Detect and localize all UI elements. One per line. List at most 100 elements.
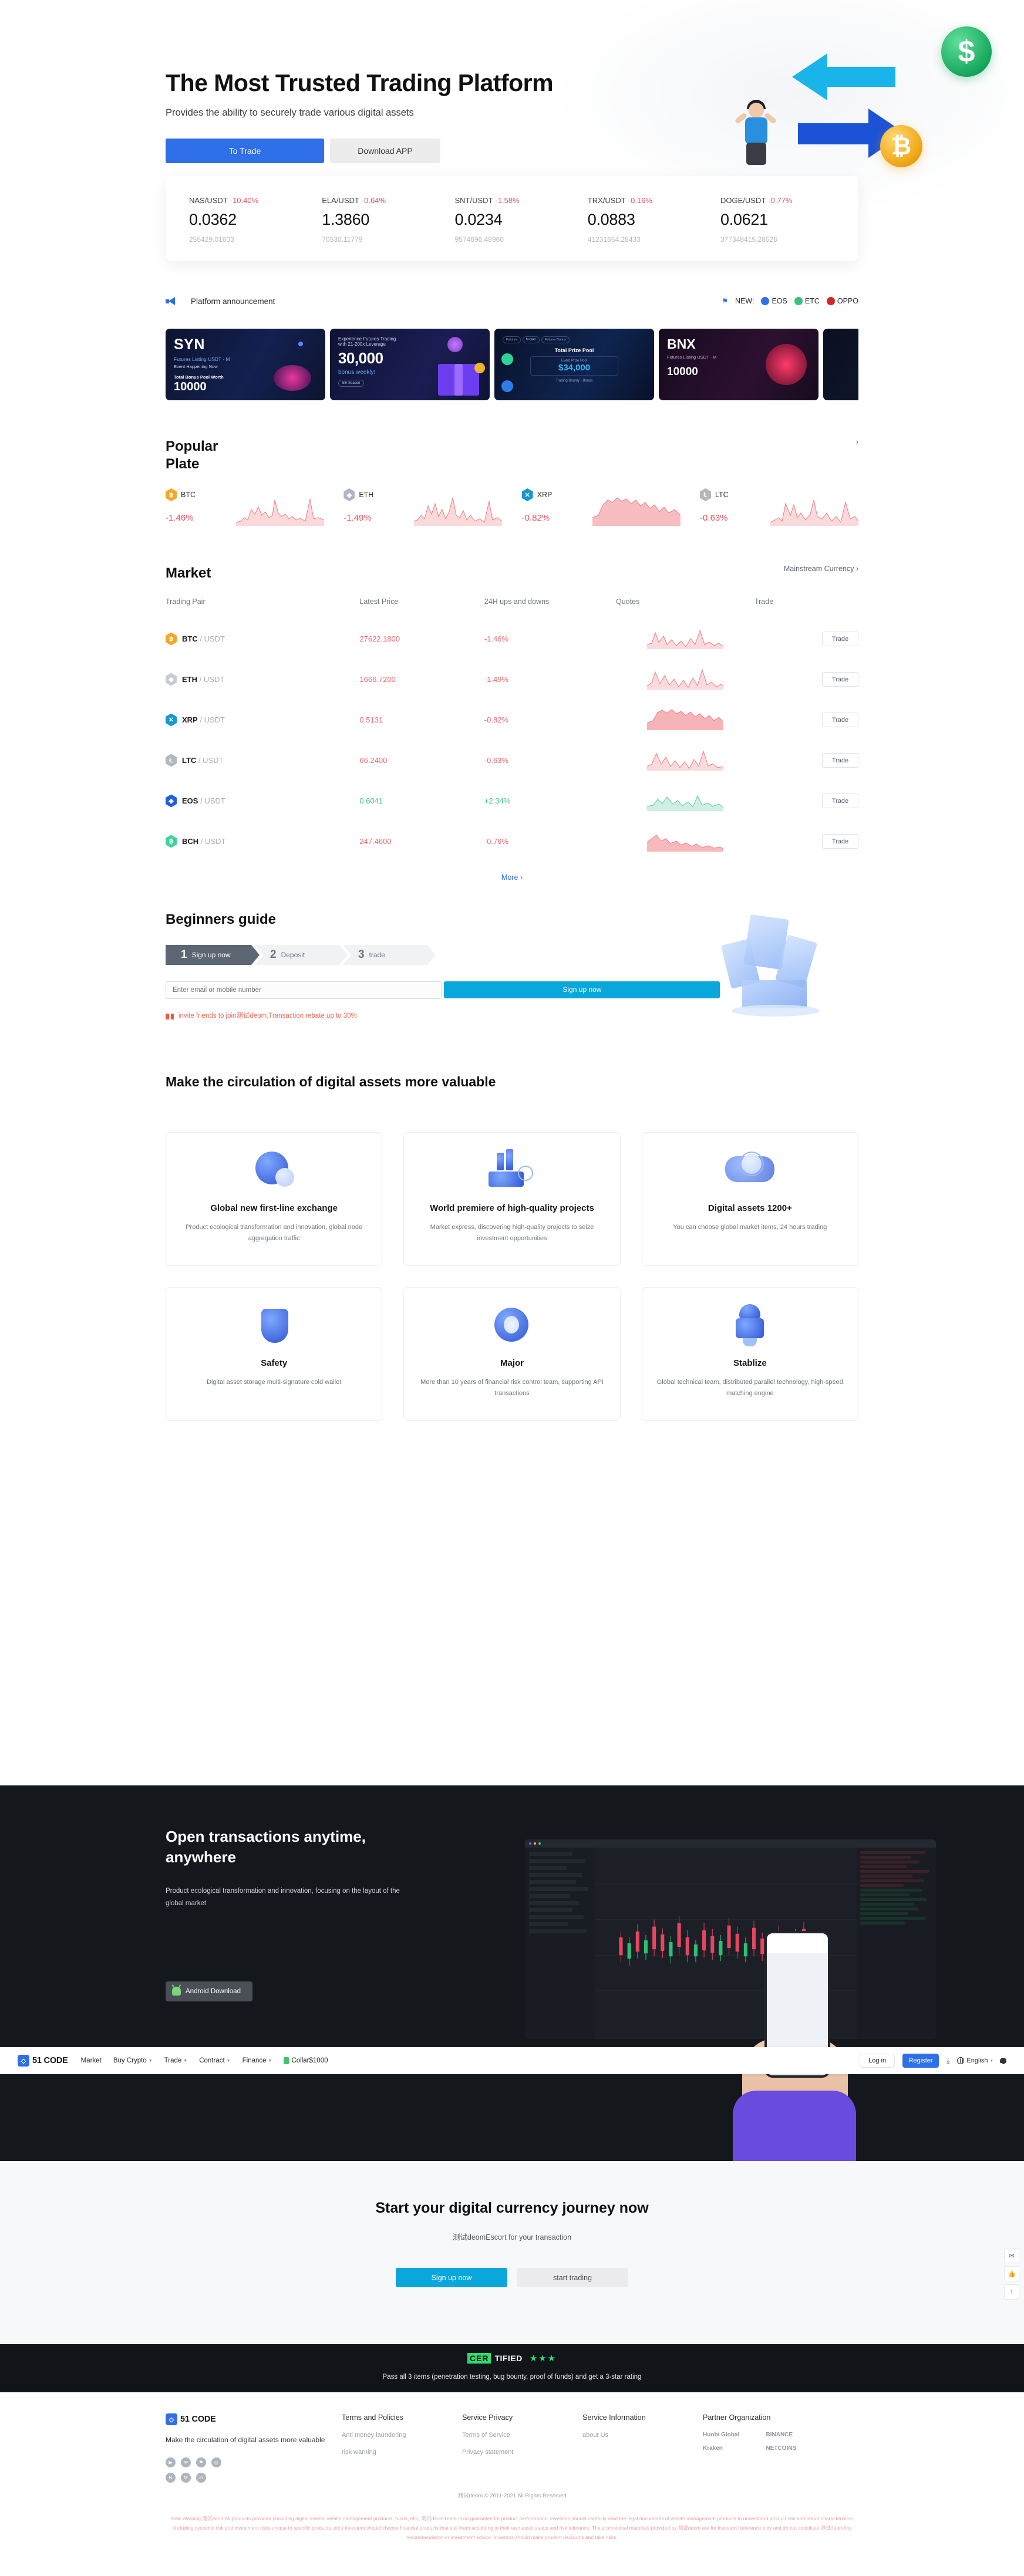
download-icon[interactable]: ⤓ (946, 2057, 949, 2065)
feature-card[interactable]: Major More than 10 years of financial ri… (403, 1287, 621, 1421)
footer-link[interactable]: Privacy statement (462, 2449, 582, 2456)
android-download-button[interactable]: Android Download (166, 1981, 252, 2001)
brand-logo[interactable]: ◇ 51 CODE (18, 2055, 68, 2067)
banner-card[interactable]: Experience Futures Trading with 21-200x … (330, 329, 490, 400)
popular-card[interactable]: Ł LTC -0.63% (699, 488, 858, 529)
gift-icon (166, 1011, 174, 1019)
partner-kraken[interactable]: Kraken (703, 2445, 760, 2452)
banner-tab[interactable]: M-DAY (522, 336, 540, 343)
popular-card[interactable]: ✕ XRP -0.82% (521, 488, 681, 529)
banner-card[interactable] (823, 329, 858, 400)
ticker-item[interactable]: SNT/USDT -1.58% 0.0234 9574696.48960 (455, 196, 570, 244)
banner-card[interactable]: Futures M-DAY Futures Bonus Total Prize … (494, 329, 654, 400)
signup-now-button[interactable]: Sign up now (444, 981, 720, 998)
chat-widget-icon[interactable]: ✉ (1004, 2248, 1019, 2263)
announce-chip-etc[interactable]: ETC (794, 297, 820, 305)
popular-symbol: BTC (181, 491, 196, 499)
announcement-label[interactable]: Platform announcement (191, 297, 275, 306)
mainstream-currency-link[interactable]: Mainstream Currency › (784, 565, 858, 573)
step-1[interactable]: 1 Sign up now (166, 945, 260, 965)
footer-link[interactable]: Terms of Service (462, 2432, 582, 2439)
nav-item-market[interactable]: Market (81, 2057, 102, 2064)
more-link[interactable]: More › (501, 873, 523, 882)
notifications-bell-icon[interactable] (1000, 2057, 1006, 2064)
popular-card[interactable]: ฿ BTC -1.46% (166, 488, 324, 529)
social-telegram-icon[interactable]: ⚑ (196, 2457, 206, 2468)
banner-carousel[interactable]: SYN Futures Listing USDT - M Event Happe… (166, 329, 858, 400)
feedback-widget-icon[interactable]: 👍 (1004, 2266, 1019, 2281)
cta-start-trading-button[interactable]: start trading (517, 2268, 628, 2287)
footer-heading: Terms and Policies (342, 2413, 403, 2422)
feature-card[interactable]: Digital assets 1200+ You can choose glob… (641, 1132, 858, 1266)
social-youtube-icon[interactable]: ▶ (166, 2457, 176, 2468)
table-row[interactable]: ฿ BCH / USDT 247.4600 -0.76% Trade (166, 821, 858, 862)
nav-item-finance[interactable]: Finance ▼ (242, 2057, 272, 2064)
footer-logo[interactable]: ◇ 51 CODE (166, 2413, 342, 2425)
partner-huobi[interactable]: Huobi Global (703, 2432, 760, 2438)
invite-text: invite friends to join测试deom,Transaction… (178, 1012, 357, 1019)
trade-button[interactable]: Trade (822, 632, 858, 646)
popular-card[interactable]: ◆ ETH -1.49% (343, 488, 503, 529)
partner-binance[interactable]: BINANCE (766, 2432, 824, 2438)
nav-item-buy-crypto[interactable]: Buy Crypto ▼ (113, 2057, 153, 2064)
ticker-item[interactable]: TRX/USDT -0.16% 0.0883 41231654.28433 (588, 196, 702, 244)
ticker-item[interactable]: NAS/USDT -10.40% 0.0362 255429.01603 (189, 196, 304, 244)
footer-link[interactable]: Anti money laundering (342, 2432, 462, 2439)
announce-chip-oppo[interactable]: OPPO (826, 297, 858, 305)
step-3[interactable]: 3 trade (343, 945, 436, 965)
trade-button[interactable]: Trade (822, 834, 858, 849)
announce-chip-eos[interactable]: EOS (761, 297, 787, 305)
popular-next-arrow-icon[interactable]: › (856, 438, 858, 446)
nav-item-collar[interactable]: Collar$1000 (284, 2057, 328, 2064)
ticker-change: -0.64% (361, 196, 386, 205)
beginners-illustration (712, 914, 853, 1028)
language-label: English (966, 2057, 988, 2064)
feature-card[interactable]: Safety Digital asset storage multi-signa… (166, 1287, 383, 1421)
footer-link[interactable]: risk warning (342, 2449, 462, 2456)
banner-card[interactable]: BNX Futures Listing USDT - M 10000 (659, 329, 818, 400)
trade-button[interactable]: Trade (822, 794, 858, 808)
to-trade-button[interactable]: To Trade (166, 139, 324, 163)
nav-item-contract[interactable]: Contract ▼ (199, 2057, 230, 2064)
footer-link[interactable]: about Us (582, 2432, 703, 2439)
social-instagram-icon[interactable]: ◎ (211, 2457, 221, 2468)
cta-signup-button[interactable]: Sign up now (396, 2268, 507, 2287)
back-to-top-icon[interactable]: ↑ (1004, 2284, 1019, 2300)
feature-card[interactable]: World premiere of high-quality projects … (403, 1132, 621, 1266)
ticker-item[interactable]: ELA/USDT -0.64% 1.3860 70530.11779 (322, 196, 436, 244)
trade-button[interactable]: Trade (822, 713, 858, 727)
social-twitter-icon[interactable]: ✉ (181, 2457, 191, 2468)
language-selector[interactable]: English ▾ (957, 2057, 992, 2064)
risk-disclaimer: Risk Warning:测试deomAll products provided… (171, 2516, 853, 2540)
table-row[interactable]: ✕ XRP / USDT 0.5131 -0.82% Trade (166, 700, 858, 740)
partner-netcoins[interactable]: NETCOINS (766, 2445, 824, 2452)
banner-tab[interactable]: Futures Bonus (541, 336, 570, 343)
pair-base: BCH (182, 837, 199, 846)
table-row[interactable]: Ł LTC / USDT 66.2400 -0.63% Trade (166, 740, 858, 781)
register-button[interactable]: Register (902, 2054, 939, 2068)
trade-button[interactable]: Trade (822, 672, 858, 687)
table-row[interactable]: ◈ EOS / USDT 0.6041 +2.34% Trade (166, 781, 858, 821)
nav-label: Trade (164, 2057, 182, 2064)
table-row[interactable]: ฿ BTC / USDT 27622.1800 -1.46% Trade (166, 619, 858, 659)
chip-label: EOS (772, 297, 787, 305)
banner-card[interactable]: SYN Futures Listing USDT - M Event Happe… (166, 329, 325, 400)
banner-tab[interactable]: Futures (503, 336, 521, 343)
nav-item-trade[interactable]: Trade ▼ (164, 2057, 188, 2064)
dollar-coin-icon: $ (941, 26, 992, 77)
star-rating-icon: ★★★ (529, 2354, 557, 2364)
download-app-button[interactable]: Download APP (330, 139, 440, 163)
ticker-price: 0.0234 (454, 211, 503, 228)
table-row[interactable]: ◆ ETH / USDT 1666.7200 -1.49% Trade (166, 659, 858, 700)
login-button[interactable]: Log in (860, 2054, 895, 2068)
email-or-mobile-input[interactable] (166, 981, 442, 999)
social-naver-icon[interactable]: N (166, 2473, 176, 2483)
feature-card[interactable]: Stablize Global technical team, distribu… (641, 1287, 858, 1421)
step-2[interactable]: 2 Deposit (255, 945, 348, 965)
social-linkedin-icon[interactable]: in (196, 2473, 206, 2483)
social-medium-icon[interactable]: M (181, 2473, 191, 2483)
trade-button[interactable]: Trade (822, 753, 858, 768)
ticker-item[interactable]: DOGE/USDT -0.77% 0.0621 377348415.28526 (720, 196, 835, 244)
ticker-price: 0.0883 (587, 211, 635, 228)
feature-card[interactable]: Global new first-line exchange Product e… (166, 1132, 383, 1266)
